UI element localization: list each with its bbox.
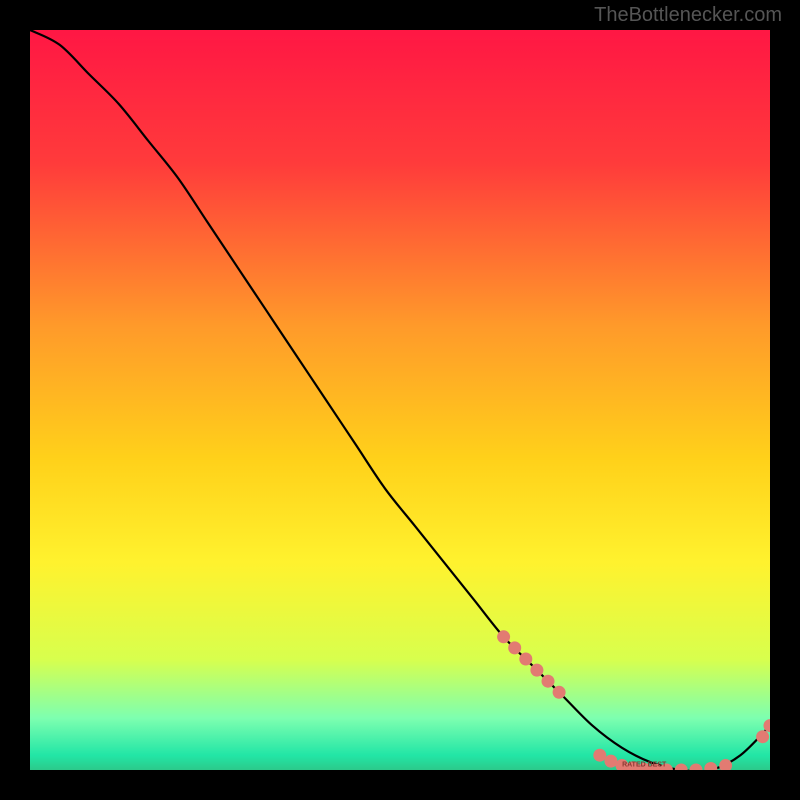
point-points-right-rise [756, 730, 769, 743]
point-points-left-slope [519, 653, 532, 666]
gradient-background [30, 30, 770, 770]
chart-svg: RATED BEST [30, 30, 770, 770]
annotations-layer: RATED BEST [622, 761, 667, 768]
point-points-left-slope [497, 630, 510, 643]
point-points-valley [604, 755, 617, 768]
point-points-left-slope [530, 664, 543, 677]
point-points-left-slope [542, 675, 555, 688]
chart-plot-area: RATED BEST [30, 30, 770, 770]
point-points-valley [593, 749, 606, 762]
point-points-left-slope [553, 686, 566, 699]
annotation-valley-label: RATED BEST [622, 761, 667, 768]
watermark-text: TheBottlenecker.com [594, 4, 782, 27]
point-points-left-slope [508, 641, 521, 654]
